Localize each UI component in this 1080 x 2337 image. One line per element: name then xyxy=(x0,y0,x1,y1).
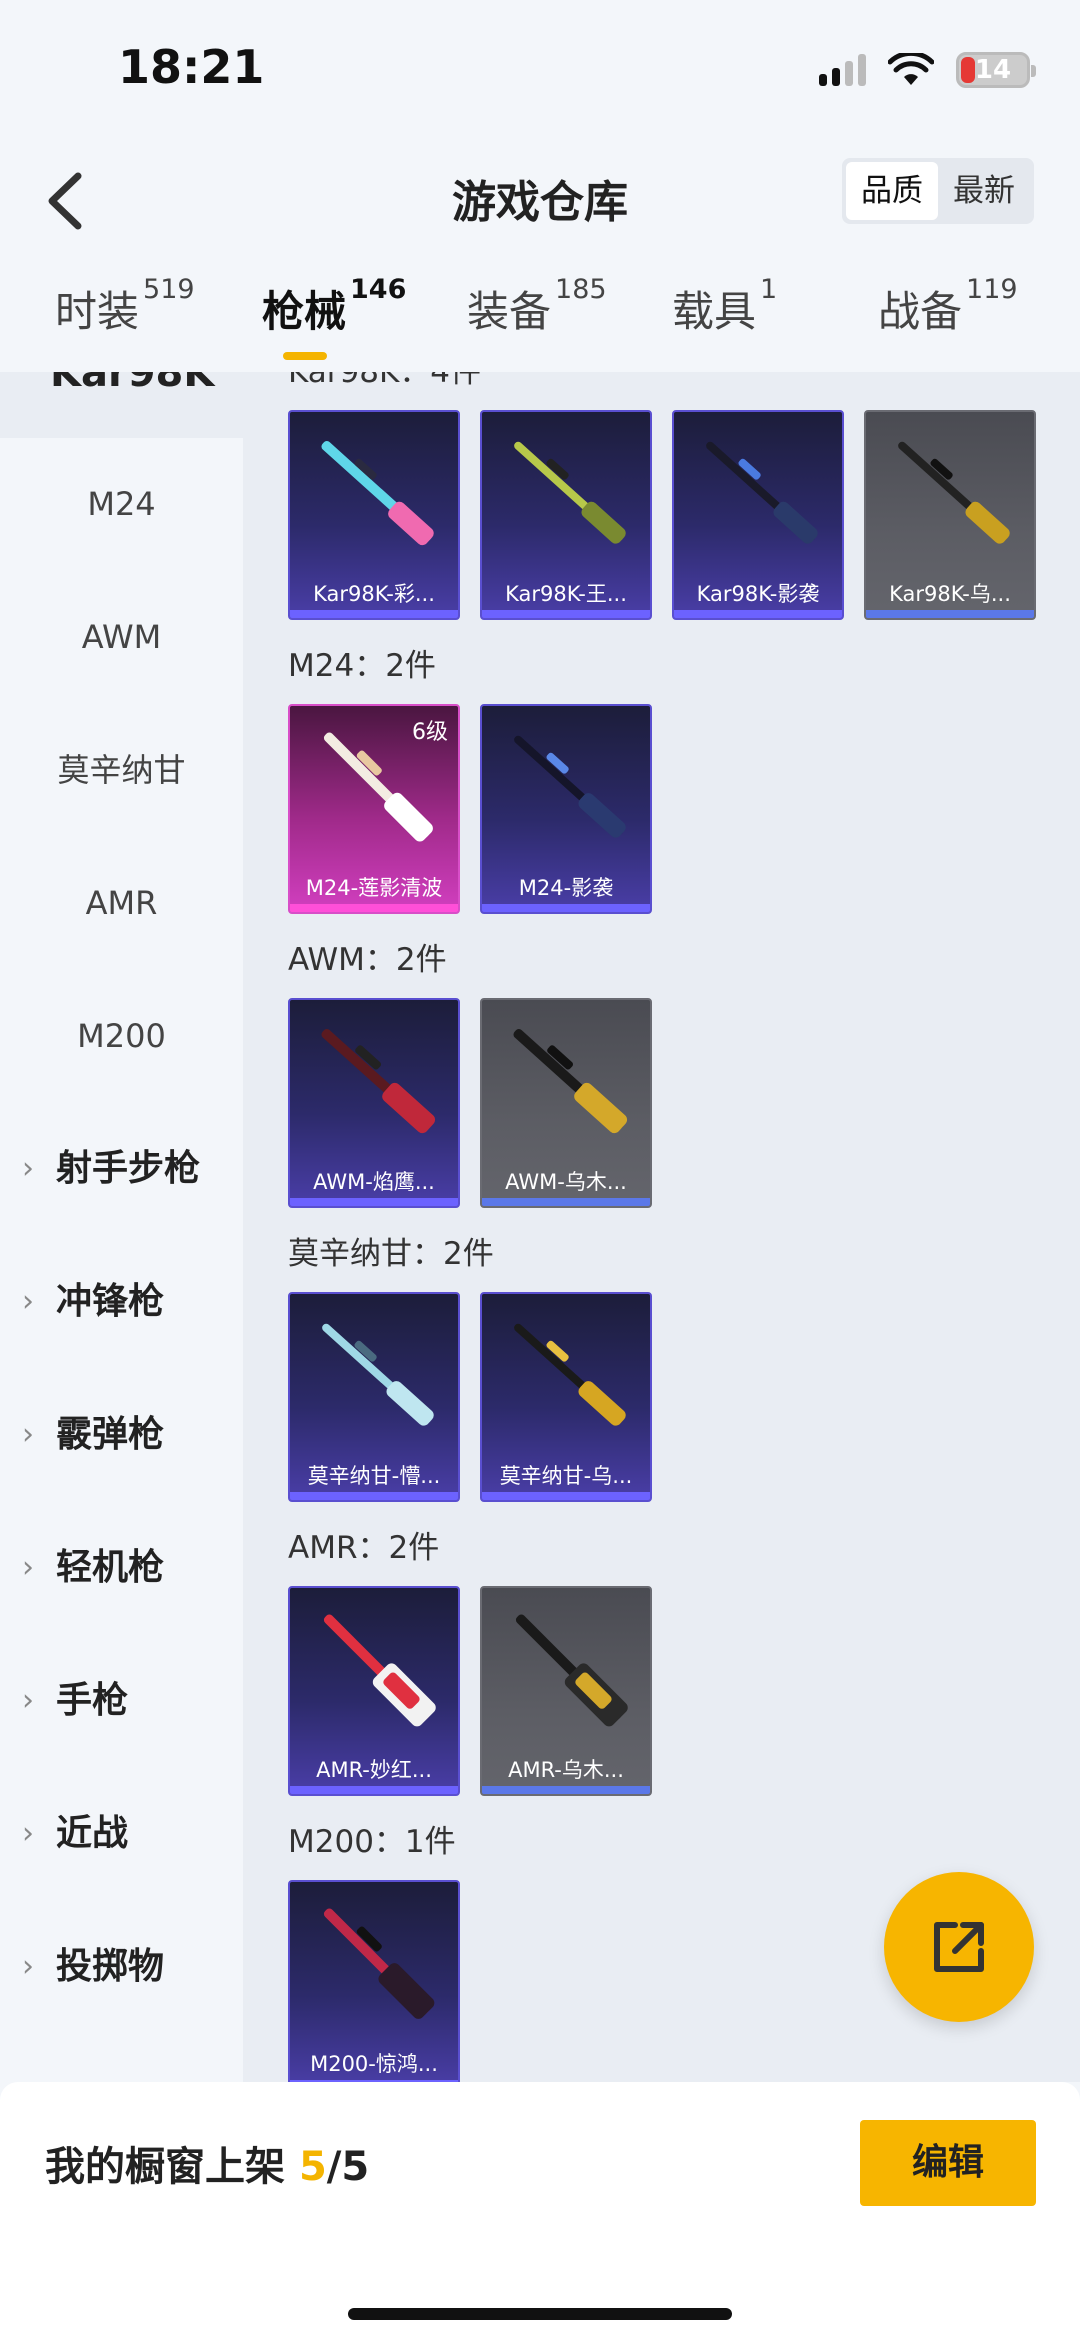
category-tabs: 时装 519 枪械 146 装备 185 载具 1 战备 119 xyxy=(0,274,1080,358)
sidebar-group-dmr[interactable]: › 射手步枪 xyxy=(0,1129,243,1209)
sidebar-item-m24[interactable]: M24 xyxy=(0,464,243,544)
tab-combat-supplies[interactable]: 战备 119 xyxy=(878,274,1018,339)
chevron-right-icon: › xyxy=(22,1284,34,1319)
share-icon xyxy=(934,1922,984,1972)
rifle-icon xyxy=(323,1614,436,1727)
status-icons: 14 xyxy=(819,52,1036,88)
rifle-icon xyxy=(514,735,626,838)
rifle-icon xyxy=(898,441,1010,544)
status-time: 18:21 xyxy=(118,40,265,94)
rifle-icon xyxy=(321,441,434,546)
weapon-card[interactable]: 6级 M24-莲影清波 xyxy=(288,704,460,914)
tab-firearms[interactable]: 枪械 146 xyxy=(262,274,406,339)
section-title-kar98k: Kar98K：4件 xyxy=(288,372,482,390)
rarity-bar xyxy=(866,610,1034,618)
weapon-card[interactable]: AMR-乌木... xyxy=(480,1586,652,1796)
weapon-sidebar: Kar98K M24 AWM 莫辛纳甘 AMR M200 › 射手步枪 › 冲锋枪 … xyxy=(0,372,243,2082)
sidebar-group-shotgun[interactable]: › 霰弹枪 xyxy=(0,1395,243,1475)
weapon-card[interactable]: M200-惊鸿... xyxy=(288,1880,460,2082)
rifle-icon xyxy=(323,1908,435,2019)
weapon-card[interactable]: 莫辛纳甘-懵... xyxy=(288,1292,460,1502)
rifle-icon xyxy=(321,1029,436,1134)
chevron-right-icon: › xyxy=(22,1550,34,1585)
sidebar-group-melee[interactable]: › 近战 xyxy=(0,1794,243,1874)
sidebar-item-kar98k[interactable]: Kar98K xyxy=(0,372,243,438)
rarity-bar xyxy=(290,1786,458,1794)
tab-vehicles[interactable]: 载具 1 xyxy=(672,274,777,339)
sidebar-item-m200[interactable]: M200 xyxy=(0,996,243,1076)
rarity-bar xyxy=(674,610,842,618)
sidebar-group-pistol[interactable]: › 手枪 xyxy=(0,1661,243,1741)
section-title-m24: M24：2件 xyxy=(288,648,436,684)
chevron-right-icon: › xyxy=(22,1683,34,1718)
section-title-m200: M200：1件 xyxy=(288,1824,456,1860)
rifle-icon xyxy=(515,1614,628,1727)
weapon-card[interactable]: Kar98K-影袭 xyxy=(672,410,844,620)
rarity-bar xyxy=(482,1786,650,1794)
rarity-bar xyxy=(290,1198,458,1206)
sidebar-item-amr[interactable]: AMR xyxy=(0,863,243,943)
showcase-bar: 我的橱窗上架 5/5 编辑 xyxy=(0,2082,1080,2337)
signal-icon xyxy=(819,54,866,86)
rarity-bar xyxy=(290,1492,458,1500)
rarity-bar xyxy=(290,904,458,912)
section-title-amr: AMR：2件 xyxy=(288,1530,440,1566)
home-indicator[interactable] xyxy=(348,2308,732,2320)
level-badge: 6级 xyxy=(412,720,448,745)
share-button[interactable] xyxy=(884,1872,1034,2022)
sidebar-item-mosin[interactable]: 莫辛纳甘 xyxy=(0,730,243,810)
rarity-bar xyxy=(482,1198,650,1206)
header: 游戏仓库 品质 最新 时装 519 枪械 146 装备 185 载具 1 战备 119 xyxy=(0,140,1080,380)
weapon-list: Kar98K：4件 Kar98K-彩... Kar98K-王... Kar98K… xyxy=(243,372,1080,2082)
section-title-awm: AWM：2件 xyxy=(288,942,447,978)
wifi-icon xyxy=(888,53,934,85)
tab-outfit[interactable]: 时装 519 xyxy=(55,274,195,339)
rarity-bar xyxy=(482,904,650,912)
showcase-status: 我的橱窗上架 5/5 xyxy=(45,2144,370,2190)
chevron-right-icon: › xyxy=(22,1816,34,1851)
sidebar-group-throwables[interactable]: › 投掷物 xyxy=(0,1927,243,2007)
rifle-icon xyxy=(514,441,626,544)
rifle-icon xyxy=(513,1029,628,1134)
showcase-total: /5 xyxy=(326,2144,370,2190)
showcase-current: 5 xyxy=(298,2144,327,2190)
sidebar-group-smg[interactable]: › 冲锋枪 xyxy=(0,1262,243,1342)
chevron-right-icon: › xyxy=(22,1417,34,1452)
weapon-card[interactable]: AWM-焰鹰... xyxy=(288,998,460,1208)
weapon-card[interactable]: AWM-乌木... xyxy=(480,998,652,1208)
rifle-icon xyxy=(322,1323,434,1426)
tab-equipment[interactable]: 装备 185 xyxy=(467,274,607,339)
sidebar-item-awm[interactable]: AWM xyxy=(0,597,243,677)
weapon-card[interactable]: Kar98K-王... xyxy=(480,410,652,620)
edit-button[interactable]: 编辑 xyxy=(860,2120,1036,2206)
rarity-bar xyxy=(290,610,458,618)
sidebar-group-lmg[interactable]: › 轻机枪 xyxy=(0,1528,243,1608)
chevron-right-icon: › xyxy=(22,1151,34,1186)
chevron-right-icon: › xyxy=(22,1949,34,1984)
weapon-card[interactable]: Kar98K-彩... xyxy=(288,410,460,620)
rifle-icon xyxy=(706,441,818,544)
weapon-card[interactable]: AMR-妙红... xyxy=(288,1586,460,1796)
active-tab-indicator xyxy=(283,352,327,360)
status-bar: 18:21 14 xyxy=(0,0,1080,140)
sort-toggle: 品质 最新 xyxy=(842,158,1034,224)
rarity-bar xyxy=(482,1492,650,1500)
rifle-icon xyxy=(514,1323,626,1426)
weapon-card[interactable]: Kar98K-乌... xyxy=(864,410,1036,620)
weapon-card[interactable]: M24-影袭 xyxy=(480,704,652,914)
weapon-card[interactable]: 莫辛纳甘-乌... xyxy=(480,1292,652,1502)
sort-latest-button[interactable]: 最新 xyxy=(938,162,1030,220)
section-title-mosin: 莫辛纳甘：2件 xyxy=(288,1236,494,1272)
sort-quality-button[interactable]: 品质 xyxy=(846,162,938,220)
rarity-bar xyxy=(482,610,650,618)
battery-icon: 14 xyxy=(956,52,1036,88)
